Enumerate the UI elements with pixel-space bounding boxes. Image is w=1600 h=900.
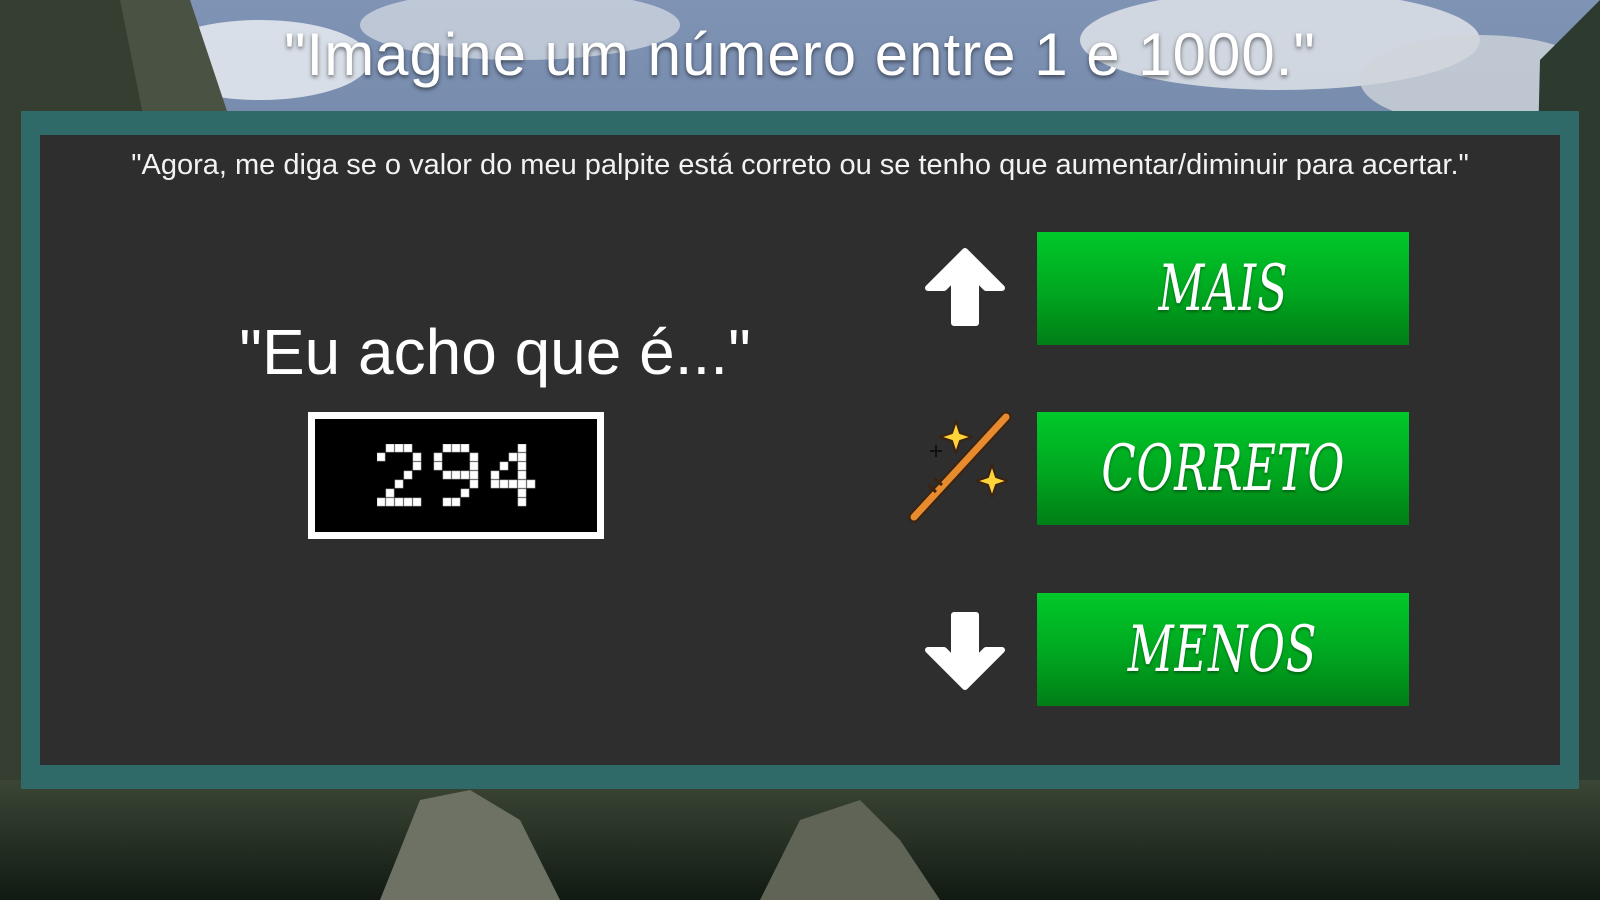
- more-button-label: MAIS: [1157, 251, 1289, 326]
- guess-digit: [490, 444, 535, 507]
- game-title: "Imagine um número entre 1 e 1000.": [284, 21, 1316, 88]
- more-button[interactable]: MAIS: [1037, 232, 1409, 345]
- guess-value-digits: [376, 444, 535, 507]
- instruction-text: "Agora, me diga se o valor do meu palpit…: [131, 149, 1469, 181]
- less-button-label: MENOS: [1128, 612, 1318, 687]
- correct-button-label: CORRETO: [1101, 431, 1345, 506]
- less-button[interactable]: MENOS: [1037, 593, 1409, 706]
- guess-display: [308, 412, 604, 539]
- guess-label: "Eu acho que é...": [239, 316, 751, 388]
- arrow-down-icon: [920, 605, 1010, 700]
- correct-button[interactable]: CORRETO: [1037, 412, 1409, 525]
- arrow-up-icon: [920, 243, 1010, 338]
- game-panel: "Agora, me diga se o valor do meu palpit…: [40, 135, 1560, 765]
- guess-digit: [376, 444, 421, 507]
- magic-wand-icon: [896, 407, 1022, 538]
- guess-digit: [433, 444, 478, 507]
